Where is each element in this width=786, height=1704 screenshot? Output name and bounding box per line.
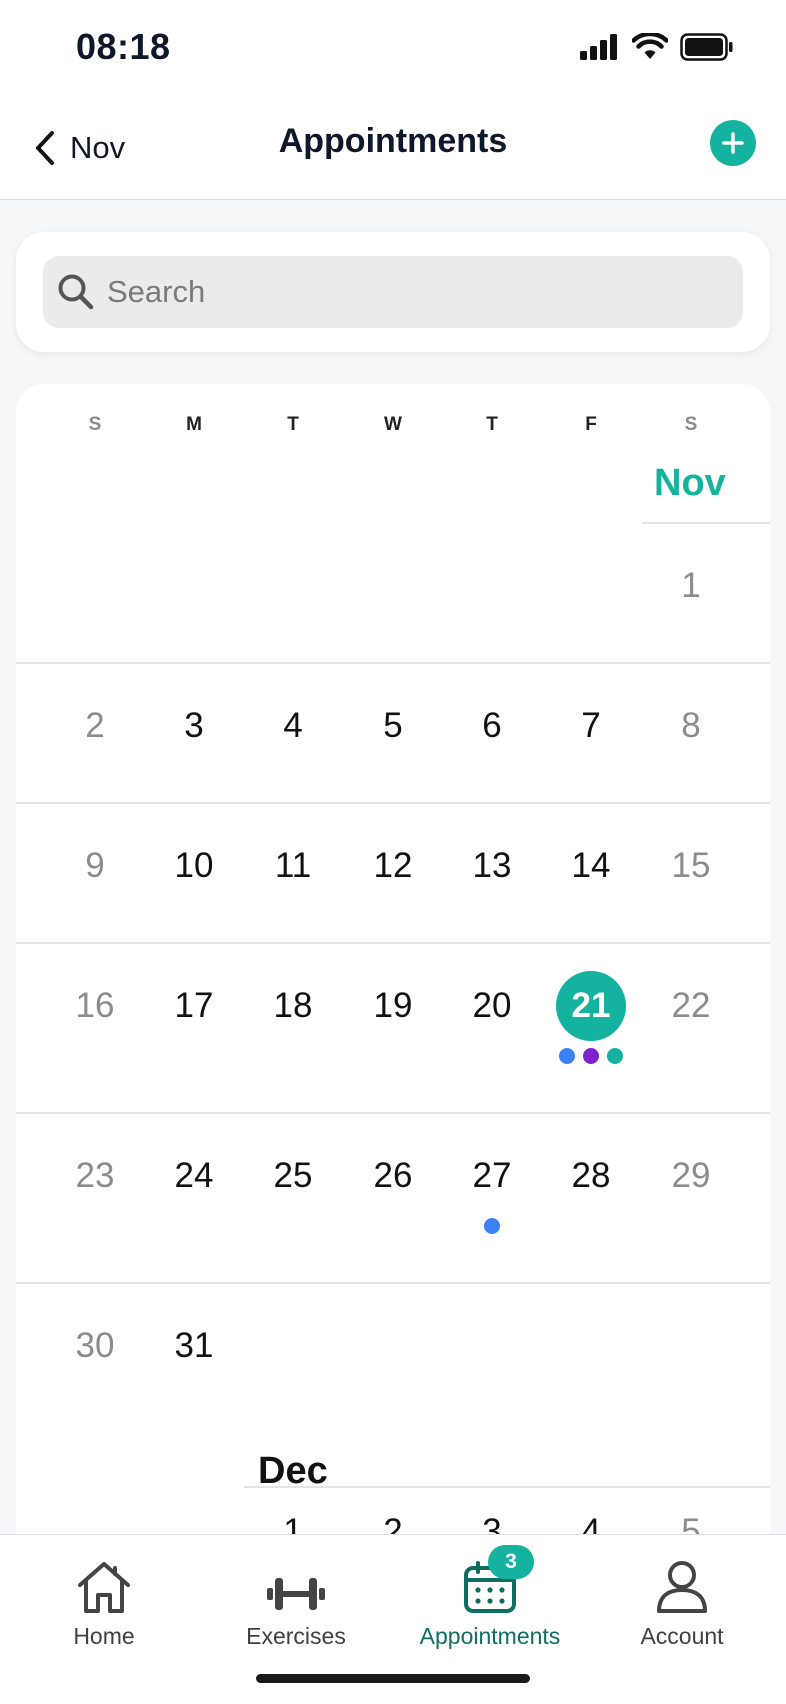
month-label-nov: Nov — [654, 462, 726, 504]
cellular-signal-icon — [580, 34, 617, 60]
calendar-day[interactable]: 1 — [641, 566, 741, 606]
tab-home[interactable]: Home — [6, 1551, 202, 1661]
calendar-day[interactable]: 29 — [641, 1156, 741, 1196]
search-card — [16, 232, 770, 352]
account-icon — [657, 1561, 707, 1613]
week-divider — [16, 1112, 770, 1114]
calendar-day[interactable]: 25 — [243, 1156, 343, 1196]
month-divider — [642, 522, 770, 524]
calendar-day[interactable]: 15 — [641, 846, 741, 886]
calendar-day[interactable]: 13 — [442, 846, 542, 886]
calendar-day[interactable]: 27 — [442, 1156, 542, 1196]
event-dot — [484, 1218, 500, 1234]
calendar-grid: S M T W T F S Nov 1 2 3 4 5 6 7 8 9 10 11 12 13 14 15 16 17 18 19 2… — [16, 384, 770, 1564]
calendar-day[interactable]: 17 — [144, 986, 244, 1026]
weekday-header: T — [287, 414, 299, 435]
weekday-header: F — [585, 414, 597, 435]
status-icons — [580, 30, 734, 64]
calendar-day[interactable]: 10 — [144, 846, 244, 886]
tab-appointments[interactable]: 3 Appointments — [392, 1545, 588, 1661]
week-divider — [16, 942, 770, 944]
week-divider — [16, 1282, 244, 1284]
home-indicator — [256, 1674, 530, 1683]
weekday-header: M — [186, 414, 202, 435]
home-icon — [78, 1562, 130, 1613]
calendar-day[interactable]: 26 — [343, 1156, 443, 1196]
plus-icon — [722, 132, 744, 154]
weekday-header: T — [486, 414, 498, 435]
calendar-day[interactable]: 19 — [343, 986, 443, 1026]
tab-account[interactable]: Account — [584, 1551, 780, 1661]
event-dot — [559, 1048, 575, 1064]
add-appointment-button[interactable] — [710, 120, 756, 166]
search-input[interactable] — [107, 274, 707, 310]
calendar-day[interactable]: 20 — [442, 986, 542, 1026]
status-time: 08:18 — [76, 26, 171, 67]
wifi-icon — [632, 33, 668, 59]
calendar-day[interactable]: 16 — [45, 986, 145, 1026]
month-divider — [244, 1486, 770, 1488]
calendar-day[interactable]: 11 — [243, 846, 343, 886]
tab-account-label: Account — [640, 1623, 724, 1649]
event-dot — [607, 1048, 623, 1064]
calendar-day[interactable]: 4 — [243, 706, 343, 746]
event-dot — [583, 1048, 599, 1064]
tab-exercises-label: Exercises — [246, 1623, 346, 1649]
calendar-day[interactable]: 2 — [45, 706, 145, 746]
weekday-header: W — [384, 414, 402, 435]
calendar-day[interactable]: 9 — [45, 846, 145, 886]
calendar-day[interactable]: 28 — [541, 1156, 641, 1196]
calendar-day[interactable]: 30 — [45, 1326, 145, 1366]
dumbbell-icon — [267, 1578, 325, 1610]
calendar-day[interactable]: 6 — [442, 706, 542, 746]
tab-exercises[interactable]: Exercises — [198, 1551, 394, 1661]
page-title: Appointments — [278, 122, 508, 160]
calendar-day[interactable]: 8 — [641, 706, 741, 746]
calendar-day[interactable]: 24 — [144, 1156, 244, 1196]
battery-icon — [680, 33, 733, 61]
calendar-day[interactable]: 12 — [343, 846, 443, 886]
calendar-day[interactable]: 31 — [144, 1326, 244, 1366]
tab-appointments-label: Appointments — [419, 1623, 561, 1649]
weekday-header: S — [88, 414, 102, 435]
calendar-day[interactable]: 3 — [144, 706, 244, 746]
calendar-day[interactable]: 22 — [641, 986, 741, 1026]
tab-home-label: Home — [73, 1623, 135, 1649]
calendar-day[interactable]: 18 — [243, 986, 343, 1026]
weekday-header: S — [684, 414, 698, 435]
search-box[interactable] — [43, 256, 743, 328]
calendar-day[interactable]: 5 — [343, 706, 443, 746]
nav-header: Nov Appointments — [0, 96, 786, 200]
calendar-day[interactable]: 7 — [541, 706, 641, 746]
week-divider — [16, 662, 770, 664]
search-icon — [58, 274, 94, 310]
calendar-day[interactable]: 23 — [45, 1156, 145, 1196]
calendar-day-selected[interactable]: 21 — [556, 971, 626, 1041]
week-divider — [16, 802, 770, 804]
status-bar: 08:18 — [0, 0, 786, 96]
calendar-day[interactable]: 14 — [541, 846, 641, 886]
appointments-badge: 3 — [488, 1545, 534, 1579]
